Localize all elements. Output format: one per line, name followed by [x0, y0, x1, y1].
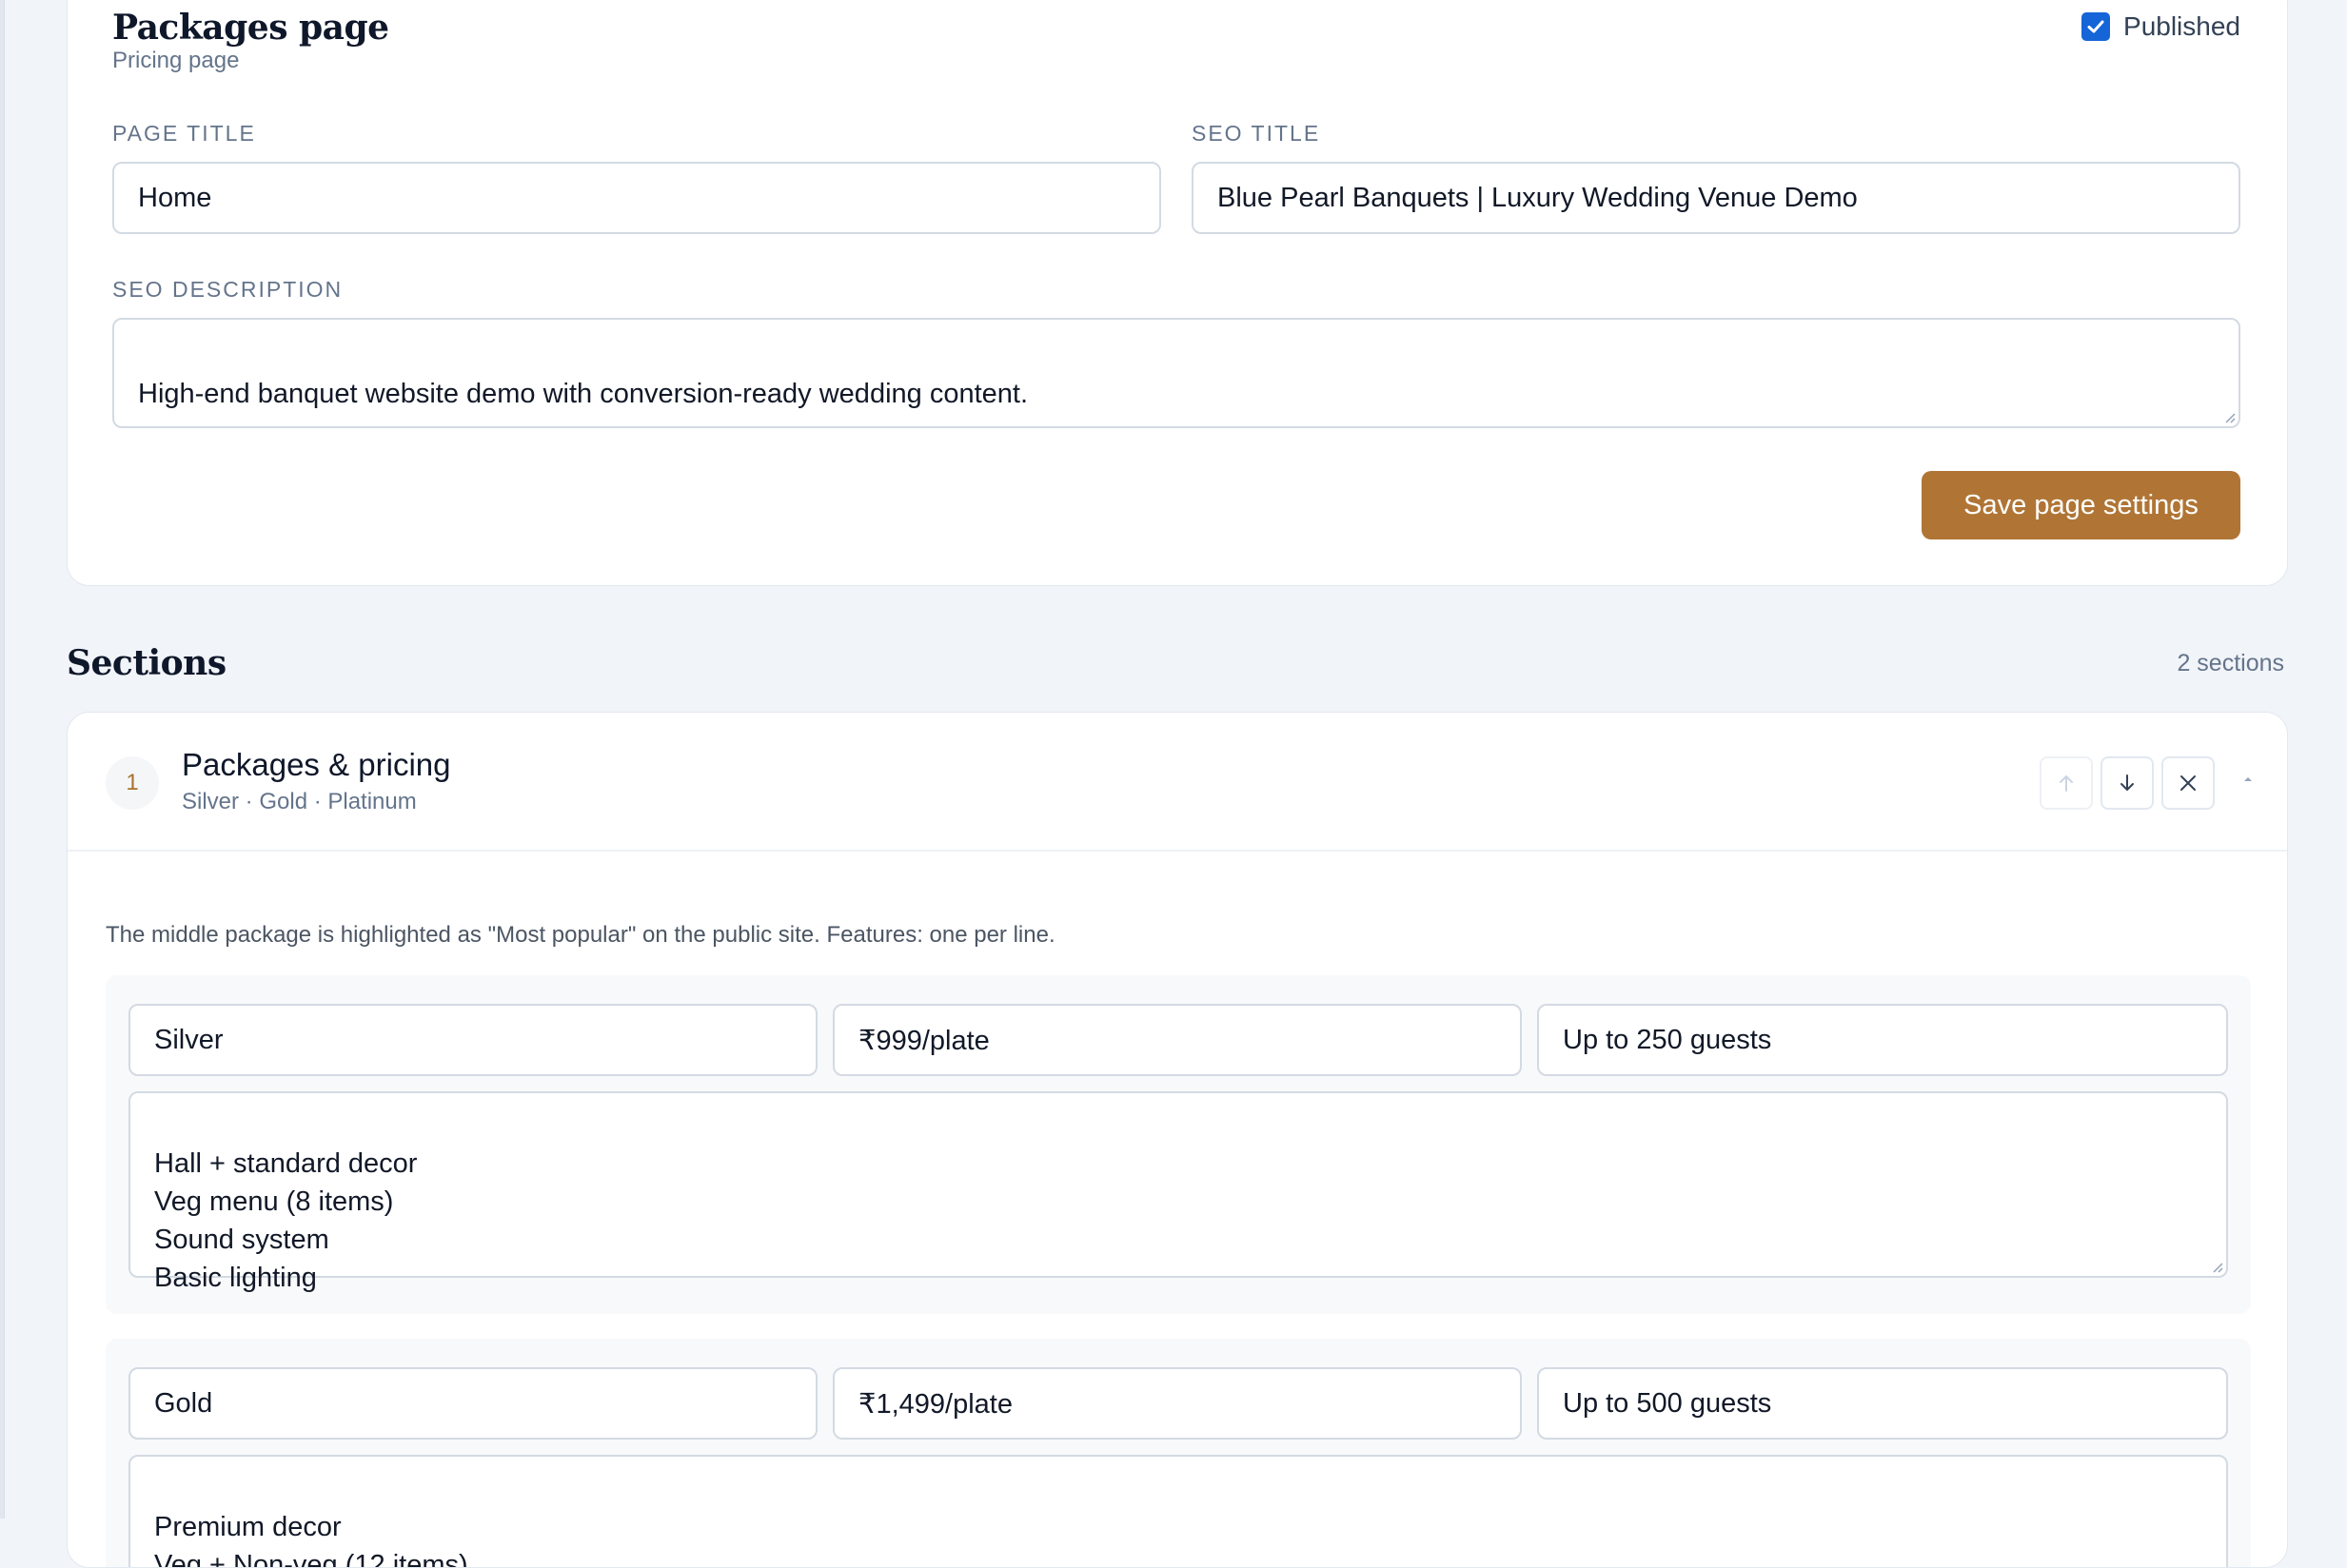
- seo-title-label: SEO TITLE: [1192, 121, 1321, 146]
- sections-count: 2 sections: [2177, 650, 2284, 676]
- page-title-label: PAGE TITLE: [112, 121, 256, 146]
- package-price-input[interactable]: ₹1,499/plate: [833, 1367, 1522, 1440]
- package-name-input[interactable]: Silver: [128, 1004, 818, 1076]
- page-subtitle: Pricing page: [112, 48, 240, 73]
- page-edge: [0, 0, 5, 1519]
- package-features-value: Hall + standard decor Veg menu (8 items)…: [154, 1148, 418, 1293]
- resize-handle-icon[interactable]: [2222, 410, 2236, 423]
- package-capacity-input[interactable]: Up to 500 guests: [1537, 1367, 2228, 1440]
- sections-heading: Sections: [67, 643, 227, 683]
- package-price-input[interactable]: ₹999/plate: [833, 1004, 1522, 1076]
- move-section-up-button[interactable]: [2040, 756, 2093, 810]
- package-features-value: Premium decor Veg + Non-veg (12 items): [154, 1512, 468, 1568]
- arrow-down-icon: [2120, 774, 2134, 791]
- package-name-input[interactable]: Gold: [128, 1367, 818, 1440]
- section-header[interactable]: 1 Packages & pricing Silver · Gold · Pla…: [68, 713, 2287, 852]
- published-toggle[interactable]: Published: [2081, 11, 2240, 42]
- section-summary: Silver · Gold · Platinum: [182, 789, 417, 814]
- section-card: 1 Packages & pricing Silver · Gold · Pla…: [67, 712, 2288, 1568]
- save-page-settings-button[interactable]: Save page settings: [1922, 471, 2240, 539]
- package-features-textarea[interactable]: Premium decor Veg + Non-veg (12 items): [128, 1455, 2228, 1568]
- package-card: Gold ₹1,499/plate Up to 500 guests Premi…: [106, 1339, 2251, 1568]
- section-title: Packages & pricing: [182, 747, 451, 782]
- seo-title-input[interactable]: Blue Pearl Banquets | Luxury Wedding Ven…: [1192, 162, 2240, 234]
- published-label: Published: [2123, 11, 2240, 41]
- arrow-up-icon: [2060, 775, 2073, 792]
- close-icon: [2180, 775, 2196, 791]
- resize-handle-icon[interactable]: [2210, 1260, 2223, 1273]
- caret-up-icon[interactable]: [2241, 774, 2255, 785]
- section-number-badge: 1: [106, 756, 159, 810]
- page-title-input[interactable]: Home: [112, 162, 1161, 234]
- page-title: Packages page: [112, 8, 389, 48]
- package-capacity-input[interactable]: Up to 250 guests: [1537, 1004, 2228, 1076]
- seo-description-value: High-end banquet website demo with conve…: [138, 379, 1029, 409]
- published-checkbox[interactable]: [2081, 12, 2111, 41]
- remove-section-button[interactable]: [2161, 756, 2215, 810]
- package-features-textarea[interactable]: Hall + standard decor Veg menu (8 items)…: [128, 1091, 2228, 1293]
- packages-hint: The middle package is highlighted as "Mo…: [106, 922, 1055, 948]
- check-icon: [2087, 20, 2104, 33]
- move-section-down-button[interactable]: [2100, 756, 2154, 810]
- package-card: Silver ₹999/plate Up to 250 guests Hall …: [106, 975, 2251, 1314]
- seo-description-textarea[interactable]: High-end banquet website demo with conve…: [112, 318, 2240, 428]
- seo-description-label: SEO DESCRIPTION: [112, 277, 344, 302]
